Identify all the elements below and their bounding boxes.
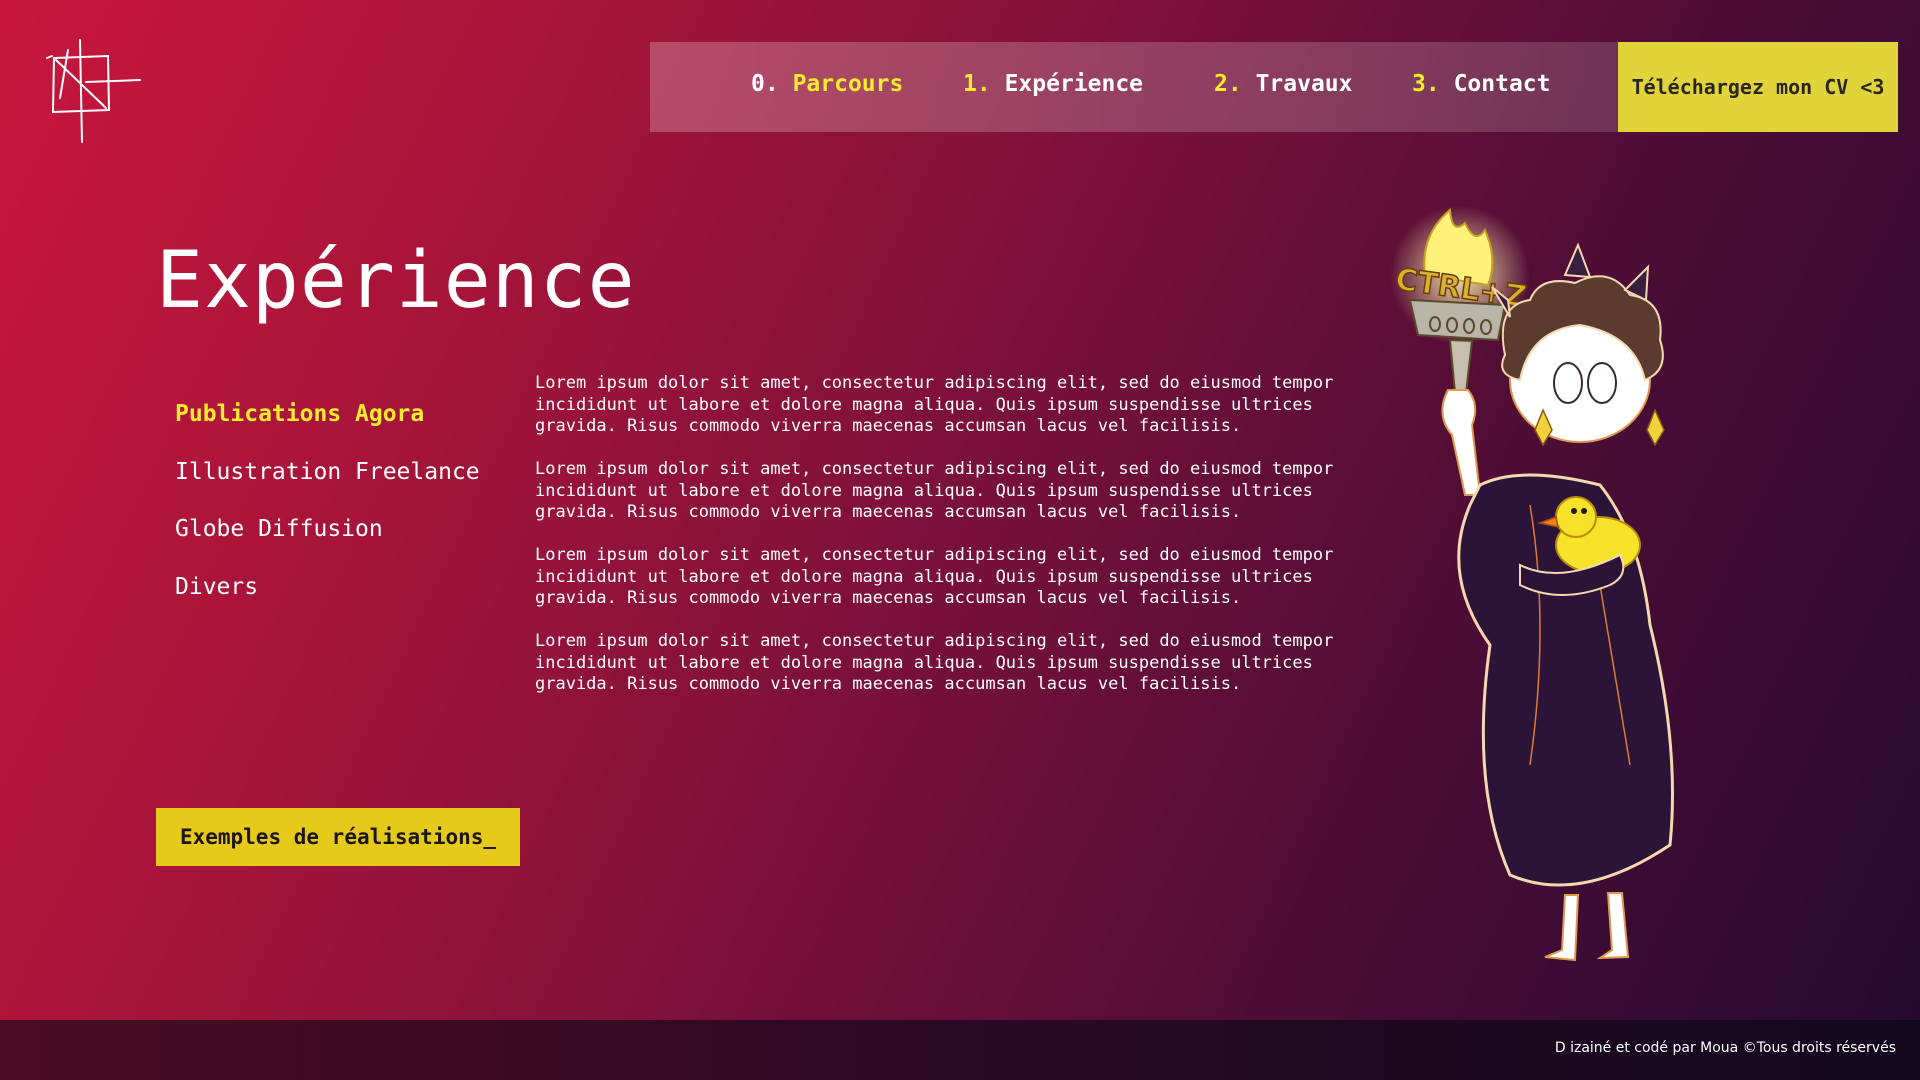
nav-item-parcours[interactable]: 0. Parcours xyxy=(751,71,903,97)
character-leg xyxy=(1596,892,1630,960)
character-eye xyxy=(1553,362,1583,404)
page-title: Expérience xyxy=(156,236,636,326)
earring xyxy=(1646,408,1665,447)
menu-item-illustration-freelance[interactable]: Illustration Freelance xyxy=(175,454,505,512)
nav-label: Contact xyxy=(1453,71,1551,97)
experience-description: Lorem ipsum dolor sit amet, consectetur … xyxy=(535,373,1345,717)
examples-button[interactable]: Exemples de réalisations_ xyxy=(156,808,520,866)
crossed-square-logo-icon[interactable] xyxy=(46,38,142,144)
download-cv-button[interactable]: Téléchargez mon CV <3 xyxy=(1618,42,1898,132)
character-arm xyxy=(1441,389,1482,496)
nav-number: 0. xyxy=(751,71,779,97)
character-leg xyxy=(1544,894,1580,962)
menu-item-divers[interactable]: Divers xyxy=(175,569,505,627)
footer-credits: D izainé et codé par Moua ©Tous droits r… xyxy=(1554,1040,1896,1056)
character-illustration: CTRL+Z xyxy=(1390,205,1674,962)
character-eye xyxy=(1587,362,1617,404)
nav-number: 3. xyxy=(1412,71,1440,97)
nav-item-experience[interactable]: 1. Expérience xyxy=(963,71,1143,97)
description-paragraph: Lorem ipsum dolor sit amet, consectetur … xyxy=(535,459,1334,522)
description-paragraph: Lorem ipsum dolor sit amet, consectetur … xyxy=(535,545,1334,608)
nav-number: 2. xyxy=(1214,71,1242,97)
nav-item-travaux[interactable]: 2. Travaux xyxy=(1214,71,1353,97)
nav-label: Expérience xyxy=(1004,71,1144,97)
nav-label: Travaux xyxy=(1255,71,1353,97)
nav-label: Parcours xyxy=(792,71,904,97)
nav-number: 1. xyxy=(963,71,991,97)
menu-item-globe-diffusion[interactable]: Globe Diffusion xyxy=(175,511,505,569)
nav-item-contact[interactable]: 3. Contact xyxy=(1412,71,1551,97)
experience-menu: Publications Agora Illustration Freelanc… xyxy=(175,396,505,626)
menu-item-publications-agora[interactable]: Publications Agora xyxy=(175,396,505,454)
footer: D izainé et codé par Moua ©Tous droits r… xyxy=(0,1020,1920,1080)
description-paragraph: Lorem ipsum dolor sit amet, consectetur … xyxy=(535,373,1334,436)
description-paragraph: Lorem ipsum dolor sit amet, consectetur … xyxy=(535,631,1334,694)
